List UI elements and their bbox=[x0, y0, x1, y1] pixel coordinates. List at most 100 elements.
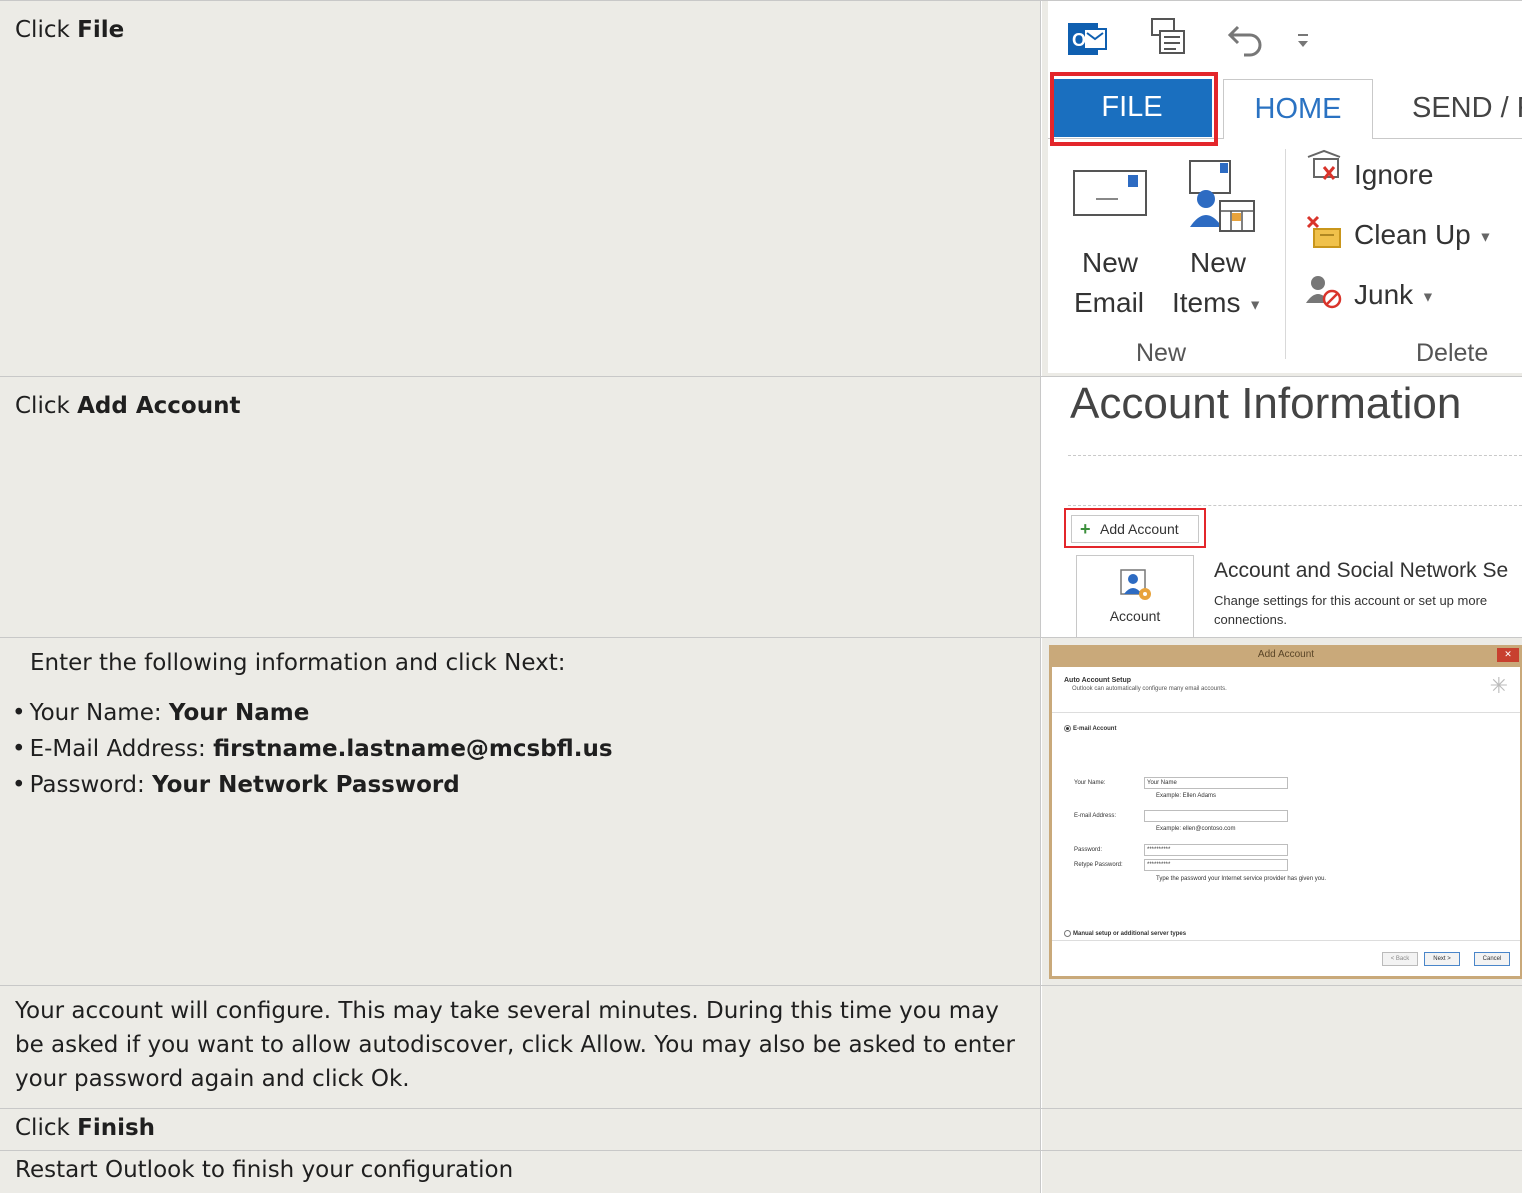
radio-unselected-icon bbox=[1064, 930, 1071, 937]
bullet-label: Your Name: bbox=[29, 700, 169, 726]
new-email-button-line1[interactable]: New bbox=[1082, 247, 1138, 279]
dropdown-arrow-icon: ▼ bbox=[1478, 228, 1493, 245]
table-row: Restart Outlook to finish your configura… bbox=[0, 1151, 1522, 1193]
account-settings-button[interactable]: Account bbox=[1076, 555, 1194, 637]
email-account-label: E-mail Account bbox=[1073, 726, 1117, 733]
back-button[interactable]: < Back bbox=[1382, 952, 1418, 966]
empty-cell bbox=[1042, 1151, 1522, 1193]
retype-password-label: Retype Password: bbox=[1074, 862, 1123, 868]
clean-up-button[interactable]: Clean Up ▼ bbox=[1354, 219, 1492, 251]
divider bbox=[1068, 455, 1522, 456]
dialog-footer: < Back Next > Cancel bbox=[1052, 940, 1520, 976]
next-button[interactable]: Next > bbox=[1424, 952, 1460, 966]
screenshot-cell: Add Account ✕ Auto Account Setup Outlook… bbox=[1042, 638, 1522, 985]
ignore-button[interactable]: Ignore bbox=[1354, 159, 1433, 191]
table-row: Click Add Account Account Information + … bbox=[0, 377, 1522, 638]
send-receive-icon[interactable] bbox=[1148, 17, 1188, 57]
instruction-cell: Click File bbox=[0, 1, 1041, 376]
screenshot-cell: O FILE HOME SEND / New Email New Items ▼… bbox=[1042, 1, 1522, 376]
highlight-box bbox=[1050, 72, 1218, 146]
your-name-example: Example: Ellen Adams bbox=[1156, 793, 1217, 799]
undo-icon[interactable] bbox=[1226, 19, 1266, 59]
table-row: Click File O FILE HOME SEND / New Email … bbox=[0, 1, 1522, 377]
dropdown-arrow-icon: ▼ bbox=[1420, 288, 1435, 305]
junk-icon bbox=[1306, 276, 1342, 309]
instruction-bold: File bbox=[77, 17, 125, 43]
password-hint: Type the password your Internet service … bbox=[1156, 876, 1327, 882]
add-account-label: Add Account bbox=[1100, 521, 1179, 537]
account-settings-icon bbox=[1120, 569, 1151, 600]
cancel-button[interactable]: Cancel bbox=[1474, 952, 1510, 966]
radio-selected-icon bbox=[1064, 725, 1071, 732]
instruction-text: Your account will configure. This may ta… bbox=[15, 998, 1015, 1092]
instruction-cell: Click Add Account bbox=[0, 377, 1041, 637]
table-row: Enter the following information and clic… bbox=[0, 638, 1522, 986]
instruction-cell: Enter the following information and clic… bbox=[0, 638, 1041, 985]
password-label: Password: bbox=[1074, 847, 1103, 853]
account-social-title: Account and Social Network Se bbox=[1214, 559, 1509, 582]
quick-access-toolbar: O bbox=[1048, 1, 1522, 77]
dialog-header: Auto Account Setup Outlook can automatic… bbox=[1052, 667, 1520, 713]
instruction-text: Restart Outlook to finish your configura… bbox=[15, 1157, 514, 1183]
add-account-dialog: Add Account ✕ Auto Account Setup Outlook… bbox=[1049, 645, 1522, 979]
junk-button[interactable]: Junk ▼ bbox=[1354, 279, 1435, 311]
bullet-value: Your Name bbox=[168, 700, 310, 726]
bullet-label: E-Mail Address: bbox=[29, 736, 214, 762]
tab-send-receive[interactable]: SEND / R bbox=[1412, 79, 1522, 137]
new-items-button-line2[interactable]: Items ▼ bbox=[1172, 287, 1262, 319]
group-label-delete: Delete bbox=[1416, 339, 1489, 367]
instruction-text: Click bbox=[15, 1115, 78, 1141]
ribbon-tabs: FILE HOME SEND / R bbox=[1048, 72, 1522, 146]
email-account-radio[interactable]: E-mail Account bbox=[1064, 725, 1116, 732]
instruction-text: Click bbox=[15, 393, 78, 419]
dropdown-arrow-icon: ▼ bbox=[1248, 296, 1263, 313]
dialog-heading: Auto Account Setup bbox=[1064, 677, 1132, 684]
dialog-title: Add Account bbox=[1257, 649, 1315, 660]
customize-toolbar-icon[interactable] bbox=[1294, 31, 1314, 51]
your-name-label: Your Name: bbox=[1074, 780, 1106, 786]
email-input[interactable] bbox=[1144, 810, 1288, 822]
close-icon[interactable]: ✕ bbox=[1497, 648, 1519, 662]
list-item: Password: Your Network Password bbox=[12, 767, 1025, 803]
account-information-title: Account Information bbox=[1070, 379, 1462, 428]
account-settings-label: Account bbox=[1109, 608, 1161, 624]
clean-up-label: Clean Up bbox=[1354, 219, 1471, 250]
junk-label: Junk bbox=[1354, 279, 1414, 310]
email-example: Example: ellen@contoso.com bbox=[1156, 826, 1236, 832]
svg-text:O: O bbox=[1072, 30, 1086, 50]
manual-setup-radio[interactable]: Manual setup or additional server types bbox=[1064, 930, 1186, 937]
outlook-ribbon-screenshot: O FILE HOME SEND / New Email New Items ▼… bbox=[1048, 1, 1522, 373]
password-input[interactable]: ********** bbox=[1144, 844, 1288, 856]
instruction-text: Click bbox=[15, 17, 78, 43]
tab-home[interactable]: HOME bbox=[1223, 79, 1373, 139]
your-name-input[interactable]: Your Name bbox=[1144, 777, 1288, 789]
account-social-description: Change settings for this account or set … bbox=[1214, 593, 1488, 627]
group-separator bbox=[1285, 149, 1286, 359]
plus-icon: + bbox=[1080, 519, 1091, 539]
new-email-button-line2[interactable]: Email bbox=[1074, 287, 1144, 319]
manual-setup-label: Manual setup or additional server types bbox=[1073, 931, 1187, 938]
table-row: Your account will configure. This may ta… bbox=[0, 986, 1522, 1109]
retype-password-input[interactable]: ********** bbox=[1144, 859, 1288, 871]
bullet-value: Your Network Password bbox=[152, 772, 460, 798]
outlook-logo-icon: O bbox=[1068, 23, 1107, 55]
new-items-label: Items bbox=[1172, 287, 1241, 318]
instruction-bold: Finish bbox=[77, 1115, 156, 1141]
instruction-table: Click File O FILE HOME SEND / New Email … bbox=[0, 0, 1522, 1193]
email-label: E-mail Address: bbox=[1074, 813, 1117, 819]
new-items-icon bbox=[1189, 160, 1255, 232]
add-account-highlight: + Add Account bbox=[1064, 508, 1206, 548]
new-items-button-line1[interactable]: New bbox=[1190, 247, 1246, 279]
instruction-cell: Click Finish bbox=[0, 1109, 1041, 1150]
ignore-icon bbox=[1307, 149, 1341, 180]
clean-up-icon bbox=[1306, 215, 1341, 248]
bullet-value: firstname.lastname@mcsbfl.us bbox=[213, 736, 613, 762]
new-email-icon bbox=[1073, 170, 1147, 216]
add-account-button[interactable]: + Add Account bbox=[1071, 515, 1199, 543]
instruction-intro: Enter the following information and clic… bbox=[30, 650, 566, 676]
dialog-body: Auto Account Setup Outlook can automatic… bbox=[1052, 667, 1520, 976]
wizard-icon: ✳ bbox=[1489, 673, 1508, 698]
list-item: E-Mail Address: firstname.lastname@mcsbf… bbox=[12, 731, 1025, 767]
ribbon-body: New Email New Items ▼ Ignore Clean Up ▼ … bbox=[1048, 139, 1522, 373]
list-item: Your Name: Your Name bbox=[12, 695, 1025, 731]
